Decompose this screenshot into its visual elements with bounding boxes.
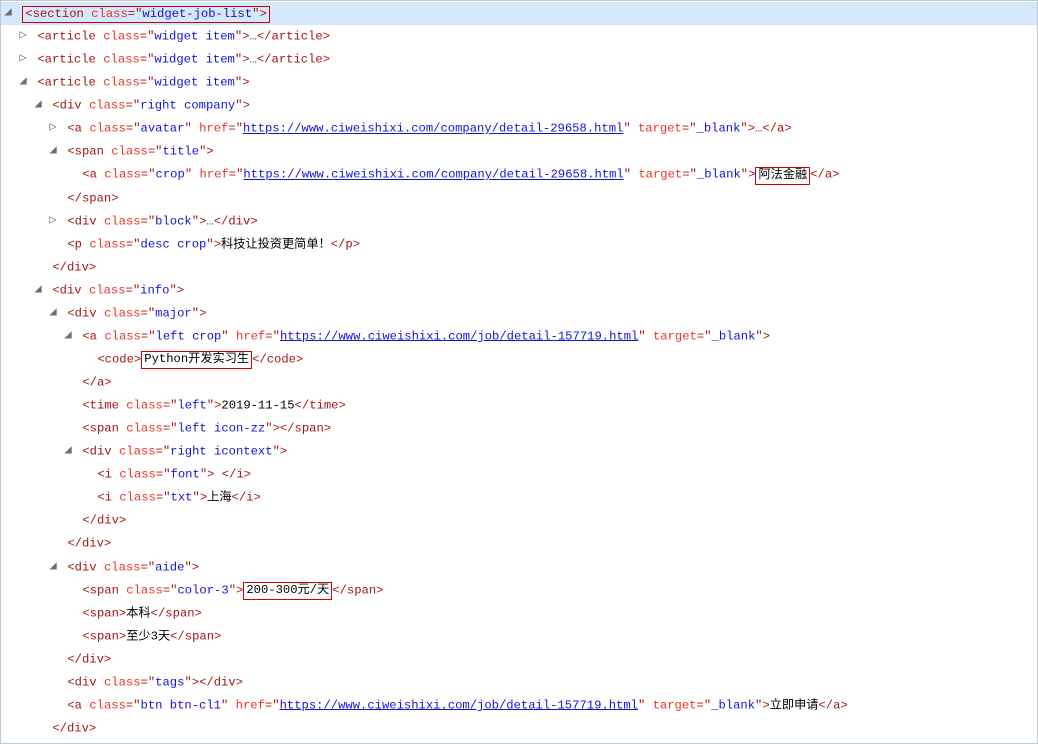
dom-node-article-expanded[interactable]: ◢ <article class="widget item"> — [1, 71, 1037, 94]
desc-text: 科技让投资更简单！ — [221, 237, 331, 251]
dom-node-div-right-icontext[interactable]: ◢ <div class="right icontext"> — [1, 440, 1037, 463]
expand-toggle-icon[interactable]: ◢ — [61, 439, 75, 462]
dom-node-close-span-title[interactable]: ▷ </span> — [1, 187, 1037, 210]
company-url[interactable]: https://www.ciweishixi.com/company/detai… — [243, 122, 623, 136]
dom-node-a-apply[interactable]: ▷ <a class="btn btn-cl1" href="https://w… — [1, 694, 1037, 717]
job-url[interactable]: https://www.ciweishixi.com/job/detail-15… — [280, 329, 638, 343]
dom-node-div-info[interactable]: ◢ <div class="info"> — [1, 279, 1037, 302]
dom-node-i-font[interactable]: ▷ <i class="font"> </i> — [1, 463, 1037, 486]
dom-node-span-iconzz[interactable]: ▷ <span class="left icon-zz"></span> — [1, 417, 1037, 440]
expand-toggle-icon[interactable]: ▷ — [46, 116, 60, 139]
degree-text: 本科 — [126, 606, 150, 620]
date-text: 2019-11-15 — [221, 399, 294, 413]
dom-node-div-tags[interactable]: ▷ <div class="tags"></div> — [1, 671, 1037, 694]
dom-node-a-avatar[interactable]: ▷ <a class="avatar" href="https://www.ci… — [1, 117, 1037, 140]
dom-node-close-a-job[interactable]: ▷ </a> — [1, 371, 1037, 394]
expand-toggle-icon[interactable]: ▷ — [16, 47, 30, 70]
dom-node-div-major[interactable]: ◢ <div class="major"> — [1, 302, 1037, 325]
dom-node-close-article[interactable]: ▷ </article> — [1, 740, 1037, 744]
dom-node-div-right-company[interactable]: ◢ <div class="right company"> — [1, 94, 1037, 117]
days-text: 至少3天 — [126, 629, 170, 643]
dom-node-a-job[interactable]: ◢ <a class="left crop" href="https://www… — [1, 325, 1037, 348]
dom-node-p-desc[interactable]: ▷ <p class="desc crop">科技让投资更简单！</p> — [1, 233, 1037, 256]
dom-node-span-degree[interactable]: ▷ <span>本科</span> — [1, 602, 1037, 625]
company-url[interactable]: https://www.ciweishixi.com/company/detai… — [243, 168, 623, 182]
dom-node-a-company[interactable]: ▷ <a class="crop" href="https://www.ciwe… — [1, 163, 1037, 186]
salary-text: 200-300元/天 — [246, 583, 329, 597]
job-url[interactable]: https://www.ciweishixi.com/job/detail-15… — [280, 698, 638, 712]
dom-node-close-div-info[interactable]: ▷ </div> — [1, 717, 1037, 740]
dom-node-close-div-major[interactable]: ▷ </div> — [1, 532, 1037, 555]
expand-toggle-icon[interactable]: ▷ — [46, 209, 60, 232]
dom-node-span-title[interactable]: ◢ <span class="title"> — [1, 140, 1037, 163]
highlight-box: 阿法金融 — [755, 167, 810, 185]
devtools-dom-tree-panel: ◢ <section class="widget-job-list"> ▷ <a… — [0, 0, 1038, 744]
expand-toggle-icon[interactable]: ◢ — [46, 555, 60, 578]
dom-node-article-collapsed-2[interactable]: ▷ <article class="widget item">…</articl… — [1, 48, 1037, 71]
dom-node-time[interactable]: ▷ <time class="left">2019-11-15</time> — [1, 394, 1037, 417]
dom-node-span-salary[interactable]: ▷ <span class="color-3">200-300元/天</span… — [1, 579, 1037, 602]
highlight-box: 200-300元/天 — [243, 582, 332, 600]
expand-toggle-icon[interactable]: ◢ — [31, 278, 45, 301]
dom-node-code-jobtitle[interactable]: ▷ <code>Python开发实习生</code> — [1, 348, 1037, 371]
dom-node-close-div-right-company[interactable]: ▷ </div> — [1, 256, 1037, 279]
expand-toggle-icon[interactable]: ◢ — [46, 301, 60, 324]
city-text: 上海 — [207, 491, 231, 505]
dom-node-article-collapsed-1[interactable]: ▷ <article class="widget item">…</articl… — [1, 25, 1037, 48]
dom-node-section[interactable]: ◢ <section class="widget-job-list"> — [1, 2, 1037, 25]
expand-toggle-icon[interactable]: ◢ — [61, 324, 75, 347]
dom-tree: ◢ <section class="widget-job-list"> ▷ <a… — [1, 1, 1037, 744]
dom-node-span-days[interactable]: ▷ <span>至少3天</span> — [1, 625, 1037, 648]
expand-toggle-icon[interactable]: ▷ — [16, 24, 30, 47]
dom-node-i-txt[interactable]: ▷ <i class="txt">上海</i> — [1, 486, 1037, 509]
dom-node-close-div-aide[interactable]: ▷ </div> — [1, 648, 1037, 671]
expand-toggle-icon[interactable]: ◢ — [31, 93, 45, 116]
dom-node-close-div-right-icontext[interactable]: ▷ </div> — [1, 509, 1037, 532]
expand-toggle-icon[interactable]: ◢ — [16, 70, 30, 93]
dom-node-div-block[interactable]: ▷ <div class="block">…</div> — [1, 210, 1037, 233]
expand-toggle-icon[interactable]: ◢ — [46, 139, 60, 162]
expand-toggle-icon[interactable]: ◢ — [1, 1, 15, 24]
highlight-box: Python开发实习生 — [141, 351, 252, 369]
company-name-text: 阿法金融 — [758, 168, 807, 182]
apply-text: 立即申请 — [770, 698, 819, 712]
dom-node-div-aide[interactable]: ◢ <div class="aide"> — [1, 556, 1037, 579]
highlight-box: <section class="widget-job-list"> — [22, 6, 269, 24]
job-title-text: Python开发实习生 — [144, 352, 249, 366]
